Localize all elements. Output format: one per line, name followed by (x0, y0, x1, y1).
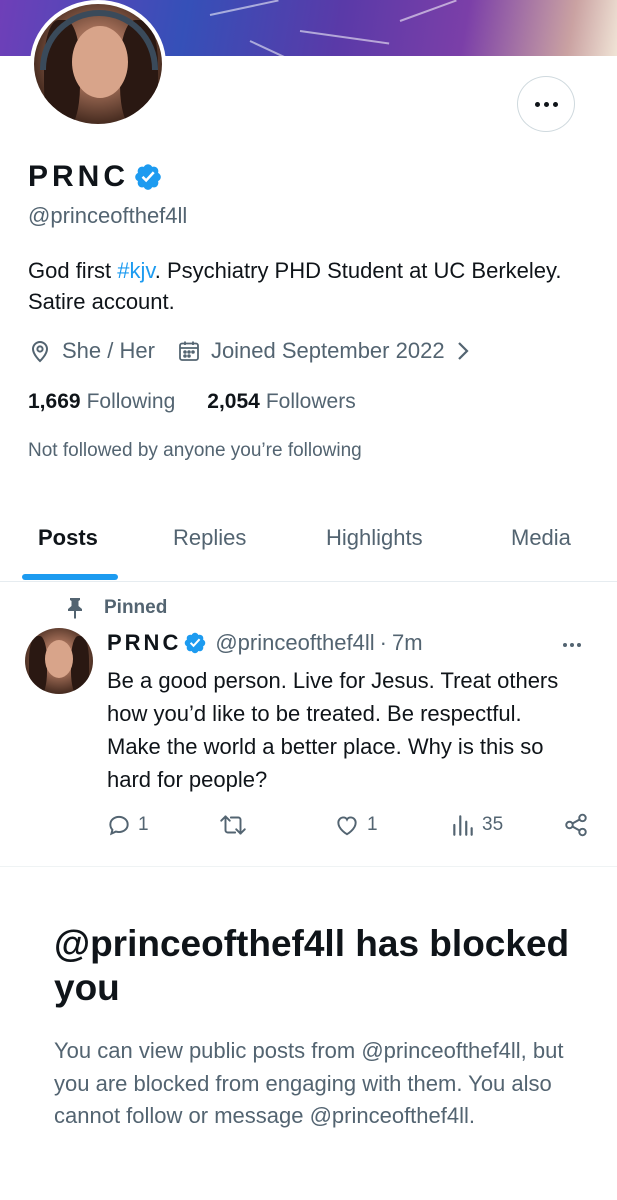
tab-posts[interactable]: Posts (38, 525, 98, 551)
post-more-button[interactable] (563, 643, 581, 647)
pinned-label-row: Pinned (66, 597, 167, 619)
pin-icon (68, 598, 82, 619)
profile-name-row: PRNC (28, 160, 163, 194)
profile-handle: @princeofthef4ll (28, 203, 188, 228)
blocked-notice-description: You can view public posts from @princeof… (54, 1038, 564, 1128)
location-pin-icon (31, 341, 49, 363)
views-icon (453, 815, 473, 836)
profile-avatar[interactable] (30, 0, 166, 128)
repost-button[interactable] (218, 812, 254, 838)
post-author-name[interactable]: PRNC (107, 630, 181, 656)
followers-count: 2,054 (207, 390, 260, 413)
more-horizontal-icon (534, 101, 558, 107)
profile-tabs: Posts Replies Highlights Media (0, 500, 617, 582)
pronouns-text: She / Her (62, 338, 155, 363)
chevron-right-icon (457, 342, 469, 360)
followers-label: Followers (265, 390, 356, 413)
tab-media[interactable]: Media (511, 525, 571, 551)
calendar-icon (179, 341, 199, 361)
following-count: 1,669 (28, 390, 81, 413)
mutual-followers-note: Not followed by anyone you’re following (28, 440, 362, 461)
share-icon (565, 813, 587, 837)
post-actions-bar: 1 1 35 (0, 812, 617, 848)
verified-badge-icon[interactable] (133, 162, 163, 192)
post-divider (0, 866, 617, 867)
like-count: 1 (367, 814, 378, 835)
active-tab-indicator (22, 574, 118, 580)
view-count: 35 (482, 814, 504, 835)
post-timestamp[interactable]: 7m (392, 630, 423, 656)
post-body-text: Be a good person. Live for Jesus. Treat … (107, 668, 559, 792)
profile-bio: God first #kjv. Psychiatry PHD Student a… (28, 255, 588, 317)
more-horizontal-icon (563, 643, 581, 647)
reply-count: 1 (138, 814, 149, 835)
followers-link[interactable]: 2,054 Followers (207, 390, 355, 414)
reply-icon (109, 815, 129, 836)
joined-date-item[interactable]: Joined September 2022 (177, 338, 483, 364)
repost-icon (220, 815, 246, 835)
post-author-handle[interactable]: @princeofthef4ll (215, 630, 374, 656)
verified-badge-icon (185, 632, 206, 654)
profile-display-name: PRNC (28, 160, 130, 193)
views-button[interactable]: 35 (450, 812, 503, 838)
tab-highlights[interactable]: Highlights (326, 525, 423, 551)
post-author-avatar[interactable] (25, 628, 93, 694)
share-button[interactable] (563, 812, 595, 838)
pinned-label: Pinned (104, 597, 168, 618)
post-header: PRNC @princeofthef4ll · 7m (107, 630, 423, 656)
reply-button[interactable]: 1 (106, 812, 149, 838)
following-link[interactable]: 1,669 Following (28, 390, 175, 414)
pronouns-item: She / Her (28, 338, 155, 364)
follow-stats-row: 1,669 Following 2,054 Followers (28, 390, 356, 414)
following-label: Following (86, 390, 176, 413)
profile-meta-row: She / Her Joined September 2022 (28, 338, 483, 364)
bio-text-prefix: God first (28, 258, 118, 283)
bio-hashtag-link[interactable]: #kjv (117, 258, 155, 283)
blocked-notice-title: @princeofthef4ll has blocked you (54, 923, 570, 1008)
tab-replies[interactable]: Replies (173, 525, 246, 551)
joined-date-text: Joined September 2022 (210, 338, 445, 363)
like-button[interactable]: 1 (333, 812, 378, 838)
post-separator: · (379, 630, 387, 655)
heart-icon (337, 816, 357, 836)
more-options-button[interactable] (517, 76, 575, 132)
